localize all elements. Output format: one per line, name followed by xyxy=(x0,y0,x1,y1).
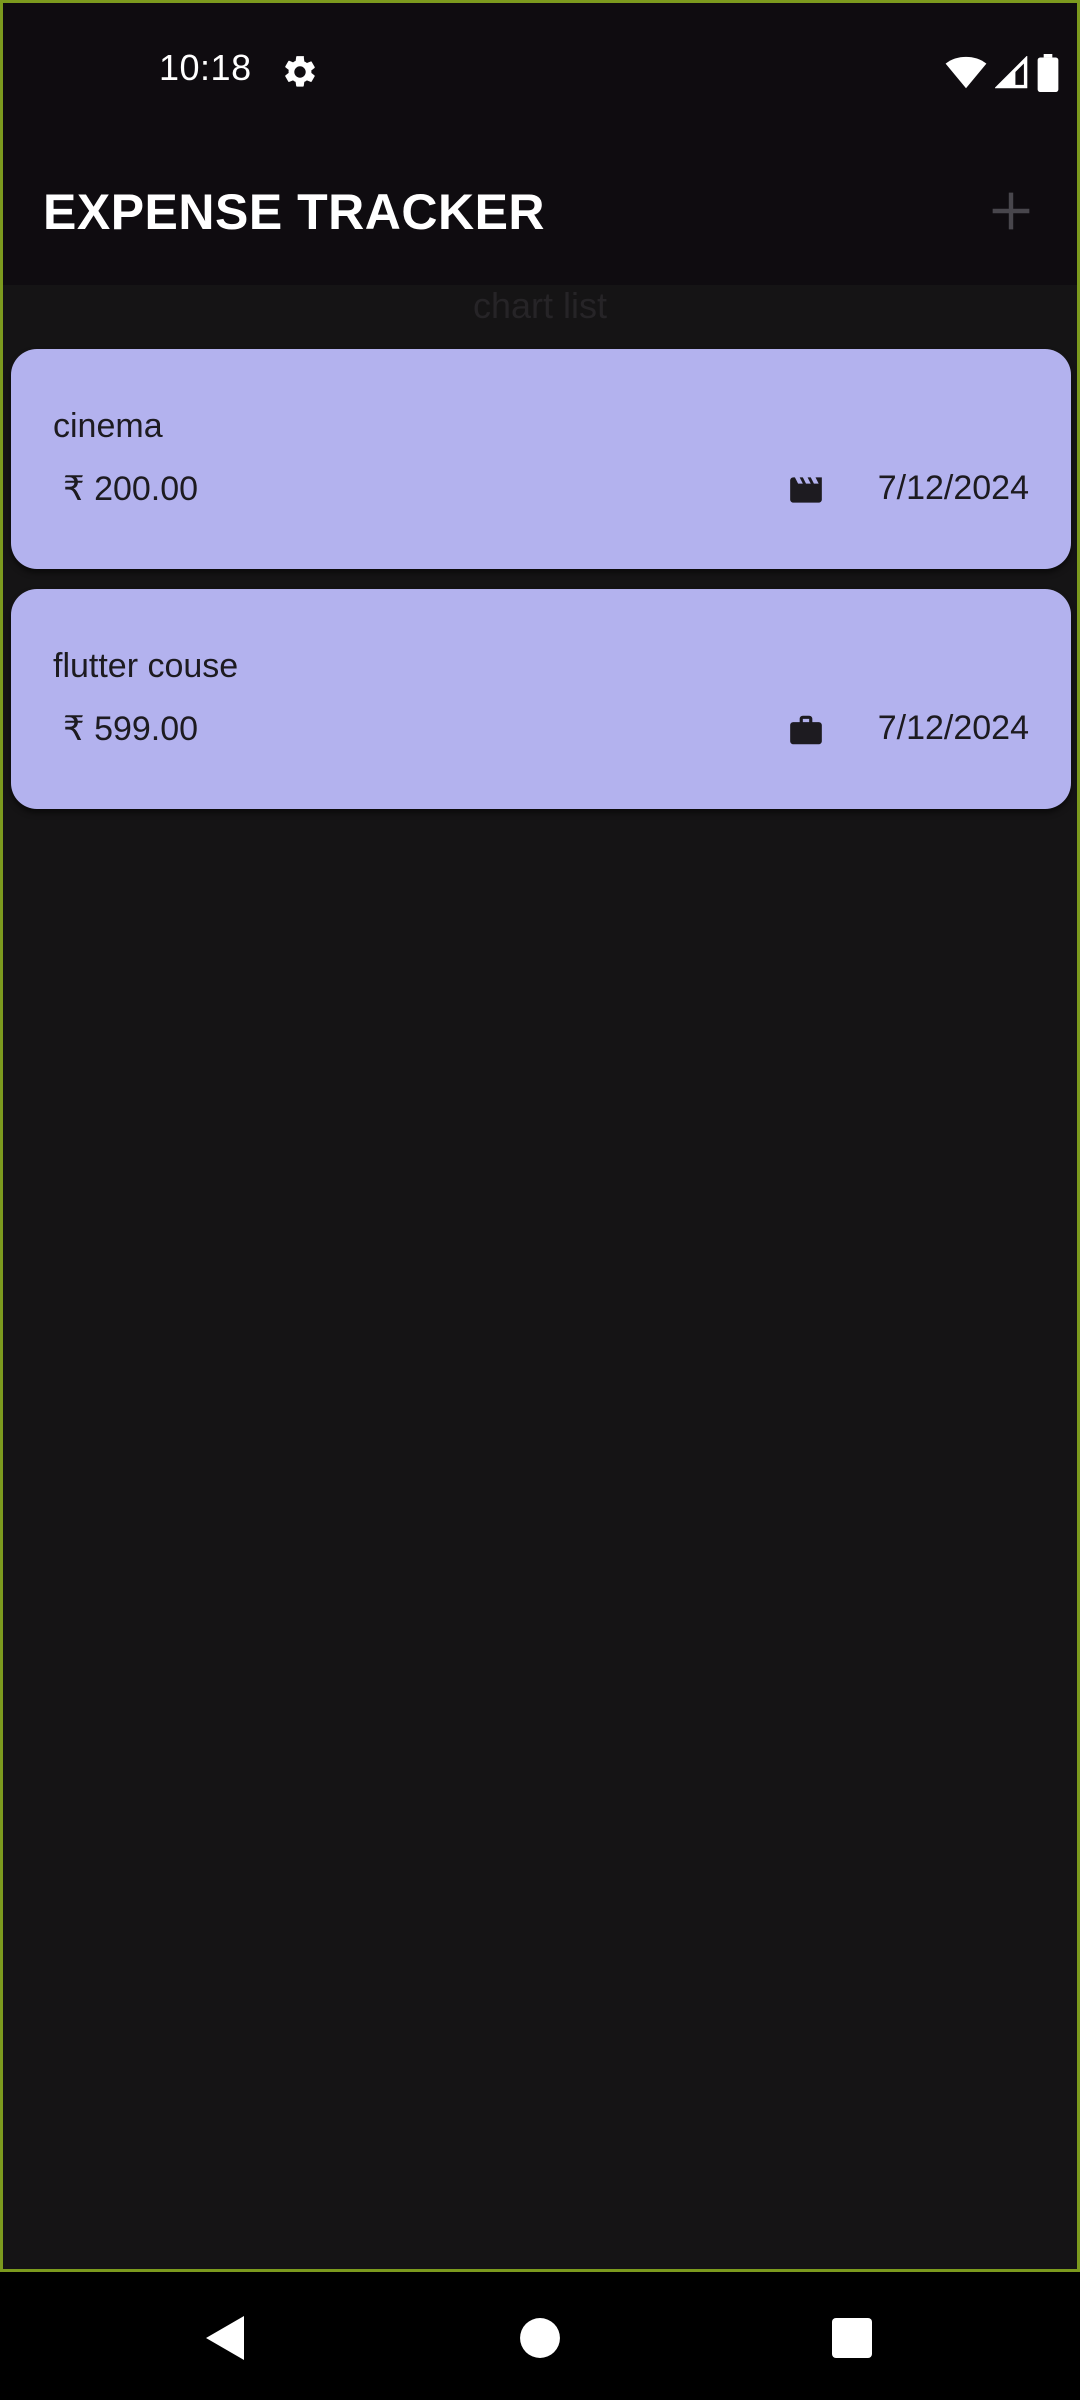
app-screen: 10:18 EXPENSE TRACKER chart list cinema … xyxy=(0,0,1080,2272)
recents-icon xyxy=(832,2318,872,2358)
recents-button[interactable] xyxy=(822,2308,882,2368)
add-expense-button[interactable] xyxy=(981,181,1041,241)
back-button[interactable] xyxy=(196,2308,256,2368)
status-bar: 10:18 xyxy=(3,3,1077,139)
settings-icon xyxy=(285,56,315,87)
movie-clapper-icon xyxy=(790,477,822,503)
app-title: EXPENSE TRACKER xyxy=(43,184,546,240)
expense-list: cinema ₹ 200.00 7/12/2024 flutter couse … xyxy=(11,349,1071,829)
wifi-icon xyxy=(945,56,987,89)
home-button[interactable] xyxy=(510,2308,570,2368)
expense-card[interactable]: cinema ₹ 200.00 7/12/2024 xyxy=(11,349,1071,569)
app-bar: EXPENSE TRACKER xyxy=(3,139,1077,285)
back-icon xyxy=(206,2316,244,2360)
expense-title: cinema xyxy=(53,407,163,445)
expense-date: 7/12/2024 xyxy=(877,469,1029,507)
briefcase-icon xyxy=(790,715,822,745)
system-nav-bar xyxy=(0,2272,1080,2400)
chart-placeholder-label: chart list xyxy=(472,285,608,326)
signal-icon xyxy=(995,56,1028,89)
home-icon xyxy=(520,2318,560,2358)
expense-amount: ₹ 200.00 xyxy=(63,470,199,508)
status-time: 10:18 xyxy=(159,47,252,88)
expense-date: 7/12/2024 xyxy=(877,709,1029,747)
battery-icon xyxy=(1037,54,1059,92)
expense-title: flutter couse xyxy=(53,647,239,685)
status-icons xyxy=(945,53,1059,93)
expense-amount: ₹ 599.00 xyxy=(63,710,199,748)
plus-icon xyxy=(992,192,1030,230)
expense-card[interactable]: flutter couse ₹ 599.00 7/12/2024 xyxy=(11,589,1071,809)
